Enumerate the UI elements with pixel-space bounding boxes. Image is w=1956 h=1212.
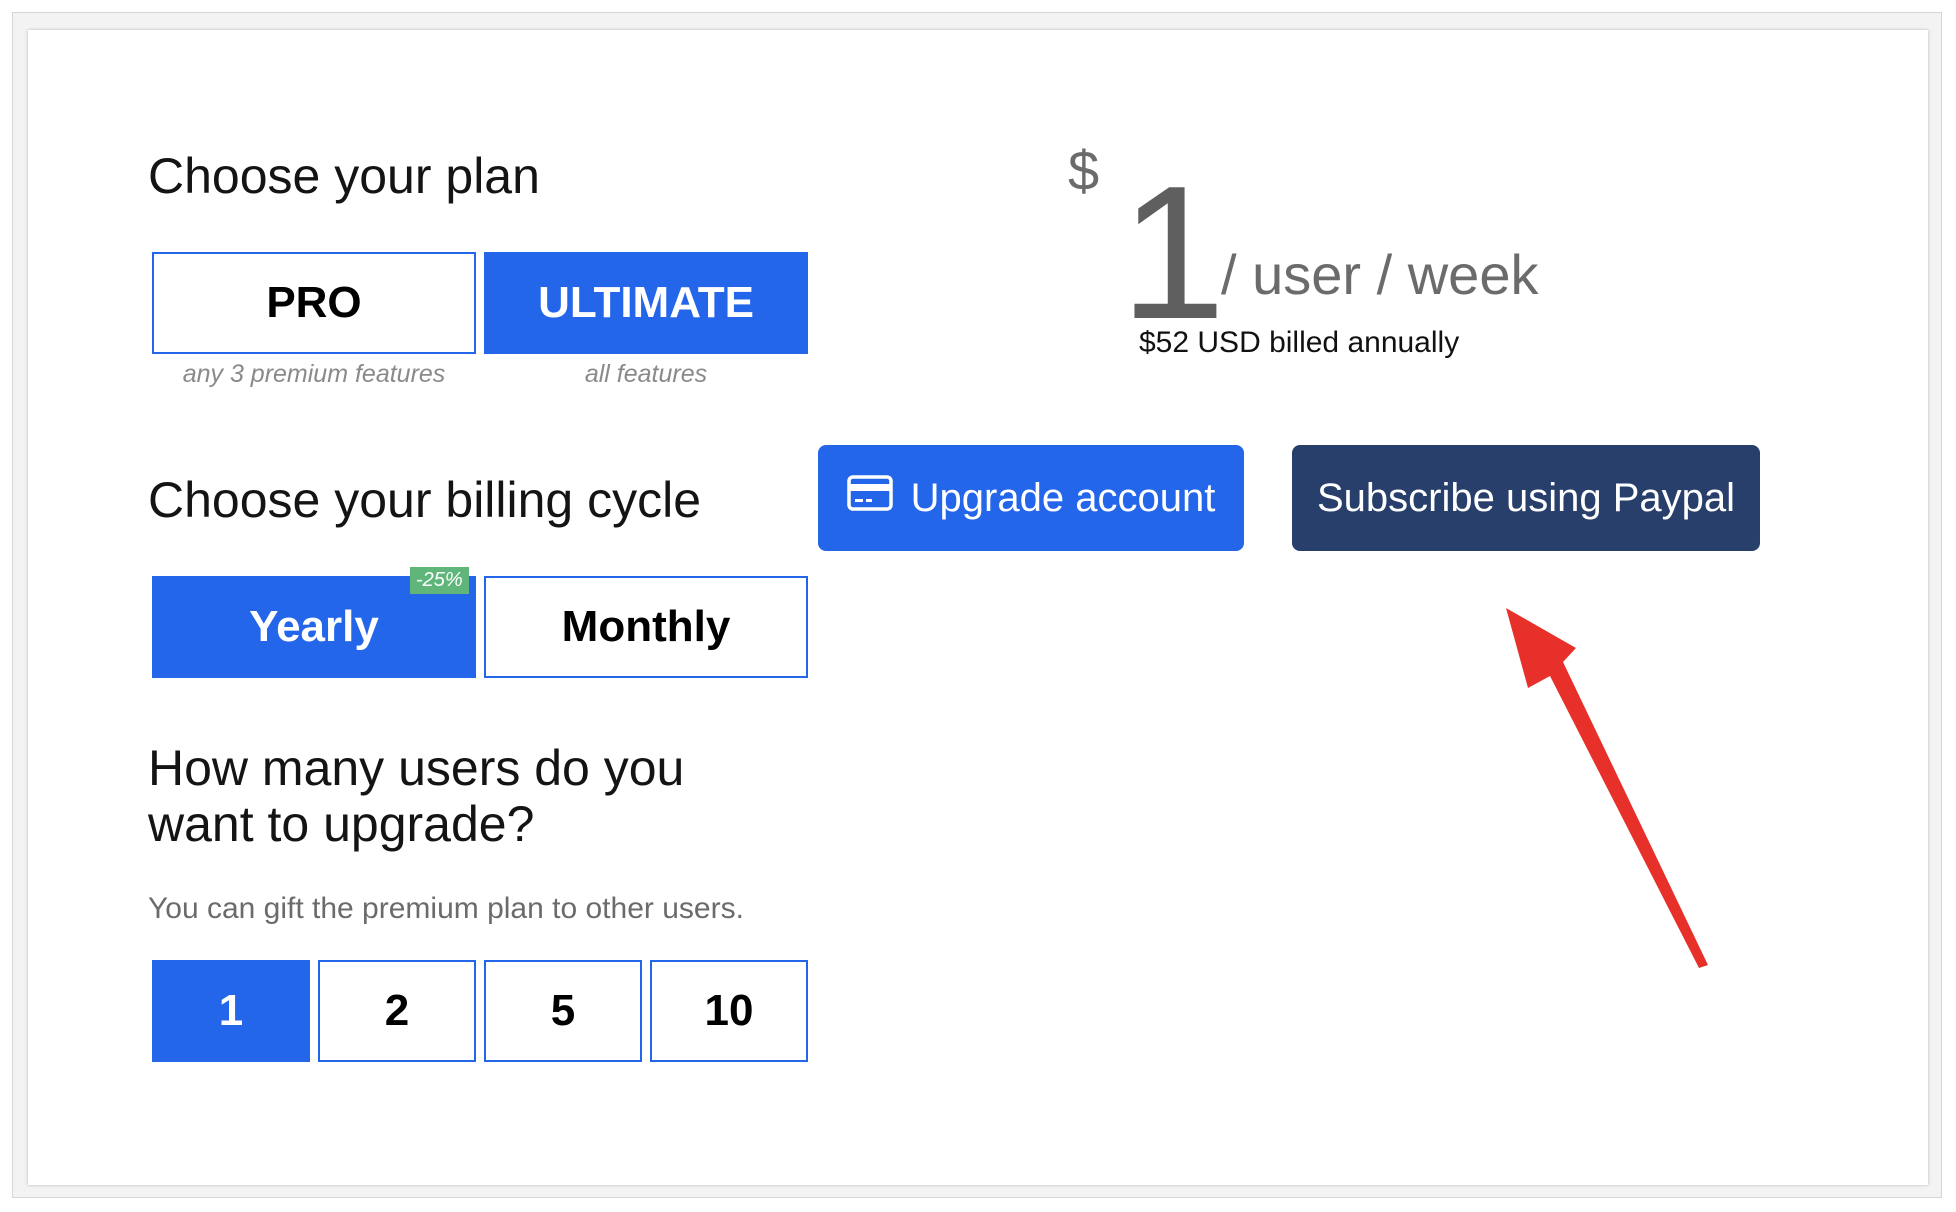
users-option-label: 5 [550, 986, 576, 1035]
plan-pro-description: any 3 premium features [182, 360, 446, 388]
price-unit: / user / week [1221, 243, 1539, 306]
users-option-1[interactable]: 1 [152, 960, 310, 1062]
pricing-card: Choose your plan PRO ULTIMATE any 3 prem… [28, 30, 1928, 1185]
price-amount: 1 [1120, 147, 1226, 359]
users-option-label: 2 [384, 986, 410, 1035]
billed-annually-text: $52 USD billed annually [1139, 326, 1460, 359]
subscribe-paypal-label: Subscribe using Paypal [1316, 475, 1736, 520]
users-note: You can gift the premium plan to other u… [148, 892, 744, 925]
plan-option-ultimate[interactable]: ULTIMATE [484, 252, 808, 354]
billing-heading: Choose your billing cycle [148, 472, 702, 528]
discount-badge: -25% [410, 567, 469, 594]
users-option-5[interactable]: 5 [484, 960, 642, 1062]
billing-option-label: Yearly [249, 602, 379, 651]
users-option-label: 10 [704, 986, 754, 1035]
plan-heading: Choose your plan [148, 148, 540, 204]
price-currency: $ [1068, 139, 1100, 202]
users-option-label: 1 [218, 986, 244, 1035]
users-heading-line: How many users do you [148, 740, 685, 796]
plan-option-label: PRO [266, 278, 362, 327]
annotation-arrow-icon [1506, 608, 1708, 968]
plan-ultimate-description: all features [584, 360, 708, 388]
users-option-2[interactable]: 2 [318, 960, 476, 1062]
billing-option-label: Monthly [561, 602, 731, 651]
users-heading: How many users do you want to upgrade? [148, 740, 684, 852]
users-option-10[interactable]: 10 [650, 960, 808, 1062]
upgrade-account-label: Upgrade account [910, 475, 1216, 520]
plan-option-pro[interactable]: PRO [152, 252, 476, 354]
billing-option-monthly[interactable]: Monthly [484, 576, 808, 678]
subscribe-paypal-button[interactable]: Subscribe using Paypal [1292, 445, 1760, 551]
plan-option-label: ULTIMATE [538, 278, 754, 327]
upgrade-account-button[interactable]: Upgrade account [818, 445, 1244, 551]
users-heading-line: want to upgrade? [148, 796, 535, 852]
credit-card-icon [846, 475, 893, 521]
